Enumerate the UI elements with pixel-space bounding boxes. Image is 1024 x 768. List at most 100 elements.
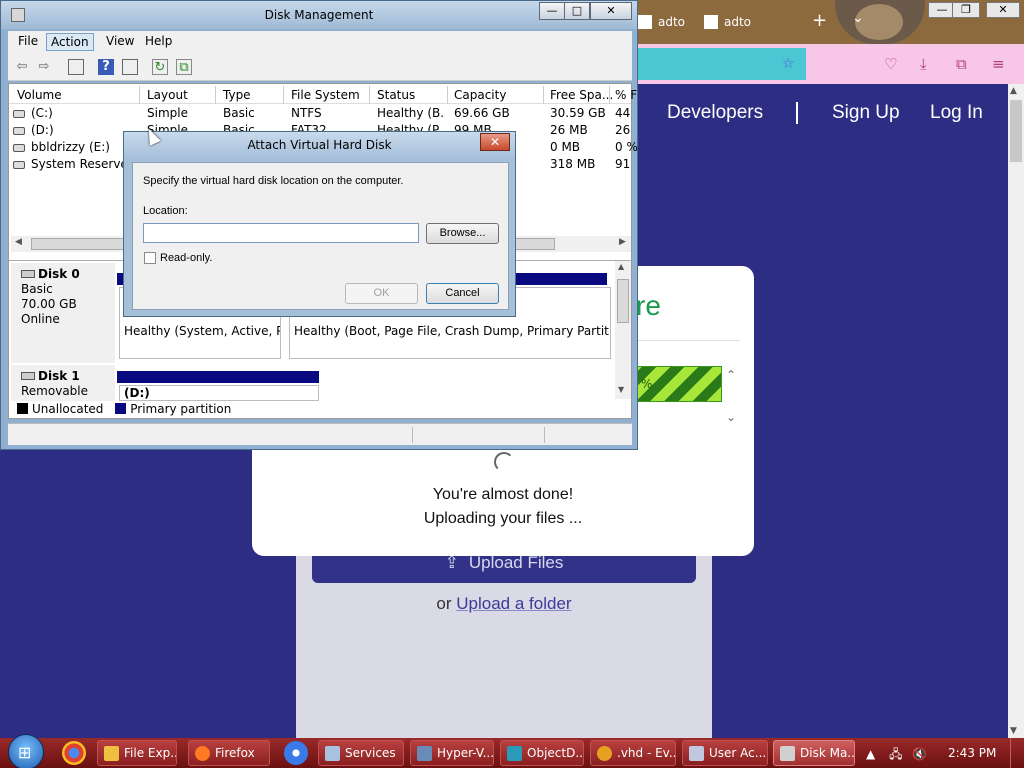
scroll-down-arrow-icon[interactable]: ▼ bbox=[1010, 726, 1017, 736]
show-desktop-button[interactable] bbox=[1010, 738, 1024, 768]
scroll-down-arrow-icon[interactable]: ▼ bbox=[618, 385, 624, 394]
menu-icon[interactable]: ≡ bbox=[992, 55, 1005, 73]
scroll-right-arrow-icon[interactable]: ▶ bbox=[619, 237, 626, 247]
read-only-checkbox[interactable] bbox=[144, 252, 156, 264]
column-header-free-space[interactable]: Free Spa... bbox=[550, 88, 613, 102]
page-scrollbar[interactable] bbox=[1008, 84, 1024, 740]
app-pin-icon[interactable] bbox=[284, 741, 308, 765]
column-header-percent-free[interactable]: % F bbox=[615, 88, 637, 102]
back-icon[interactable]: ⇦ bbox=[14, 59, 30, 75]
column-header-volume[interactable]: Volume bbox=[17, 88, 62, 102]
location-input[interactable] bbox=[143, 223, 419, 243]
nav-divider bbox=[796, 102, 798, 124]
chevron-up-icon[interactable]: ⌃ bbox=[726, 368, 736, 382]
extensions-icon[interactable]: ⧉ bbox=[956, 55, 967, 73]
properties-icon[interactable] bbox=[122, 59, 138, 75]
graph-vscrollbar[interactable]: ▲ ▼ bbox=[615, 261, 631, 399]
menu-bar: File Action View Help bbox=[8, 31, 632, 53]
menu-view[interactable]: View bbox=[102, 34, 138, 48]
chrome-icon[interactable] bbox=[62, 741, 86, 765]
taskbar-hyper-v[interactable]: Hyper-V... bbox=[410, 740, 494, 766]
column-header-file-system[interactable]: File System bbox=[291, 88, 360, 102]
legend-swatch-primary bbox=[115, 403, 127, 414]
taskbar-user-accounts[interactable]: User Ac... bbox=[682, 740, 768, 766]
firefox-maximize-button[interactable]: ❐ bbox=[952, 2, 980, 18]
column-header-layout[interactable]: Layout bbox=[147, 88, 188, 102]
volume-name: (D:) bbox=[13, 123, 54, 137]
nav-sign-up-link[interactable]: Sign Up bbox=[832, 102, 900, 124]
minimize-button[interactable]: — bbox=[539, 2, 565, 20]
download-icon[interactable]: ⤓ bbox=[920, 55, 927, 73]
card-message-subtitle: Uploading your files ... bbox=[423, 510, 583, 527]
firefox-icon bbox=[195, 746, 210, 761]
volume-free-space: 0 MB bbox=[550, 140, 581, 154]
bookmark-star-icon[interactable]: ☆ bbox=[782, 56, 795, 72]
disk-0-label[interactable]: Disk 0 Basic 70.00 GB Online bbox=[11, 263, 115, 363]
nav-log-in-link[interactable]: Log In bbox=[930, 102, 983, 124]
attach-vhd-dialog: Attach Virtual Hard Disk ✕ Specify the v… bbox=[123, 131, 516, 317]
window-titlebar[interactable]: Disk Management — □ ✕ bbox=[1, 1, 637, 29]
dialog-titlebar[interactable]: Attach Virtual Hard Disk ✕ bbox=[124, 132, 515, 158]
menu-help[interactable]: Help bbox=[141, 34, 176, 48]
firefox-tab[interactable]: adto bbox=[704, 8, 751, 36]
cancel-button[interactable]: Cancel bbox=[426, 283, 499, 304]
volume-percent-free: 91 bbox=[615, 157, 631, 171]
start-button[interactable]: ⊞ bbox=[8, 734, 44, 768]
card-heading: re bbox=[636, 290, 661, 321]
hyper-v-icon bbox=[417, 746, 432, 761]
volume-muted-icon[interactable]: 🔇 bbox=[912, 747, 927, 761]
taskbar-firefox[interactable]: Firefox bbox=[188, 740, 270, 766]
menu-file[interactable]: File bbox=[14, 34, 42, 48]
upload-folder-line: or Upload a folder bbox=[436, 594, 572, 613]
page-scrollbar-thumb[interactable] bbox=[1010, 100, 1022, 162]
volume-type: Basic bbox=[223, 106, 255, 120]
volume-row[interactable]: (C:) Simple Basic NTFS Healthy (B... 69.… bbox=[9, 105, 631, 122]
taskbar: ⊞ File Exp... Firefox Services Hyper-V..… bbox=[0, 734, 1024, 768]
console-tree-icon[interactable] bbox=[68, 59, 84, 75]
upload-progress-bar: % bbox=[636, 366, 722, 402]
taskbar-objectd[interactable]: ObjectD... bbox=[500, 740, 584, 766]
volume-percent-free: 0 % bbox=[615, 140, 638, 154]
taskbar-services[interactable]: Services bbox=[318, 740, 404, 766]
chevron-down-icon[interactable]: ⌄ bbox=[726, 410, 736, 424]
tab-list-chevron-icon[interactable]: ⌄ bbox=[852, 10, 864, 26]
firefox-close-button[interactable]: ✕ bbox=[986, 2, 1020, 18]
scroll-left-arrow-icon[interactable]: ◀ bbox=[15, 237, 22, 247]
disk-1-label[interactable]: Disk 1 Removable bbox=[11, 365, 115, 401]
ok-button[interactable]: OK bbox=[345, 283, 418, 304]
url-bar[interactable] bbox=[636, 48, 806, 80]
column-header-capacity[interactable]: Capacity bbox=[454, 88, 506, 102]
taskbar-event-search[interactable]: .vhd - Ev... bbox=[590, 740, 676, 766]
upload-folder-link[interactable]: Upload a folder bbox=[456, 594, 571, 613]
volume-percent-free: 26 bbox=[615, 123, 631, 137]
menu-action[interactable]: Action bbox=[46, 33, 94, 51]
column-header-type[interactable]: Type bbox=[223, 88, 251, 102]
nav-developers-link[interactable]: Developers bbox=[667, 102, 763, 124]
taskbar-file-explorer[interactable]: File Exp... bbox=[97, 740, 177, 766]
partition-d[interactable]: (D:) bbox=[119, 385, 319, 401]
column-header-status[interactable]: Status bbox=[377, 88, 415, 102]
forward-icon[interactable]: ⇨ bbox=[36, 59, 52, 75]
read-only-label[interactable]: Read-only. bbox=[160, 252, 212, 264]
clock[interactable]: 2:43 PM bbox=[948, 746, 996, 760]
pocket-icon[interactable]: ♡ bbox=[884, 55, 897, 73]
scroll-up-arrow-icon[interactable]: ▲ bbox=[618, 262, 624, 271]
disk-icon bbox=[21, 270, 35, 278]
refresh-icon[interactable]: ↻ bbox=[152, 59, 168, 75]
new-tab-plus-icon[interactable]: + bbox=[812, 10, 827, 31]
status-bar bbox=[8, 423, 632, 445]
scroll-up-arrow-icon[interactable]: ▲ bbox=[1010, 86, 1017, 96]
vscrollbar-thumb[interactable] bbox=[617, 279, 629, 323]
disk-icon bbox=[21, 372, 35, 380]
taskbar-disk-management[interactable]: Disk Ma... bbox=[773, 740, 855, 766]
help-icon[interactable]: ? bbox=[98, 59, 114, 75]
toolbar: ⇦ ⇨ ? ↻ ⧉ bbox=[8, 53, 632, 81]
rescan-icon[interactable]: ⧉ bbox=[176, 59, 192, 75]
maximize-button[interactable]: □ bbox=[564, 2, 590, 20]
close-button[interactable]: ✕ bbox=[590, 2, 632, 20]
firefox-tab[interactable]: adto bbox=[638, 8, 685, 36]
browse-button[interactable]: Browse... bbox=[426, 223, 499, 244]
show-hidden-icon[interactable]: ▲ bbox=[866, 747, 875, 761]
dialog-close-button[interactable]: ✕ bbox=[480, 133, 510, 151]
network-icon[interactable]: 🖧 bbox=[889, 747, 902, 761]
